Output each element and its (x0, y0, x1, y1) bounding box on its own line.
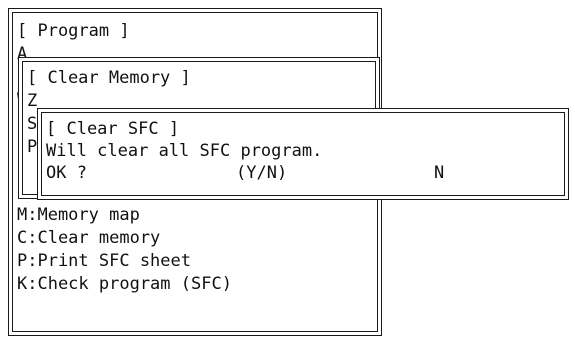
menu-item-print-sfc-sheet[interactable]: P:Print SFC sheet (17, 251, 191, 271)
menu-item-clear-memory[interactable]: C:Clear memory (17, 228, 160, 248)
program-menu-title: [ Program ] (17, 21, 130, 41)
clear-memory-item-s[interactable]: S (27, 114, 37, 134)
ok-prompt: OK ? (46, 163, 87, 183)
clear-sfc-message: Will clear all SFC program. (46, 141, 323, 161)
clear-memory-item-p[interactable]: P (27, 137, 37, 157)
menu-item-check-program[interactable]: K:Check program (SFC) (17, 274, 232, 294)
menu-item-memory-map[interactable]: M:Memory map (17, 205, 140, 225)
clear-sfc-dialog: [ Clear SFC ] Will clear all SFC program… (37, 108, 569, 200)
clear-memory-item-z[interactable]: Z (27, 91, 37, 111)
yes-no-choices[interactable]: (Y/N) (236, 163, 287, 183)
answer-field[interactable]: N (434, 163, 444, 183)
clear-sfc-title: [ Clear SFC ] (46, 119, 180, 139)
clear-memory-title: [ Clear Memory ] (27, 68, 191, 88)
clear-sfc-frame: [ Clear SFC ] Will clear all SFC program… (41, 112, 565, 196)
